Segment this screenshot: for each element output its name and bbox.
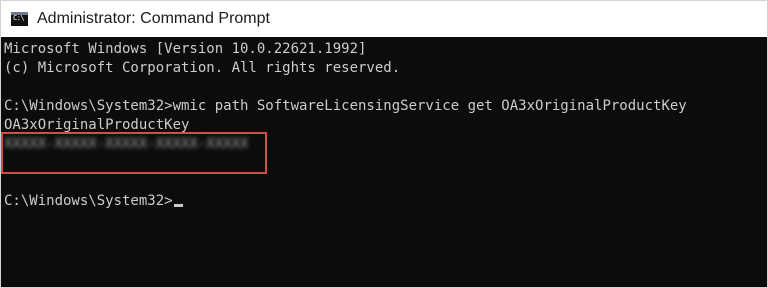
console-line-command: C:\Windows\System32>wmic path SoftwareLi… <box>4 98 687 114</box>
prompt-text: C:\Windows\System32> <box>4 193 173 209</box>
product-key-highlight-box <box>1 132 267 174</box>
text-cursor <box>173 204 183 207</box>
window-title: Administrator: Command Prompt <box>37 10 270 27</box>
title-bar[interactable]: C:\ Administrator: Command Prompt <box>1 1 767 37</box>
command-prompt-window: C:\ Administrator: Command Prompt Micros… <box>0 0 768 288</box>
console-prompt-line[interactable]: C:\Windows\System32> <box>4 192 183 211</box>
console-line-copyright: (c) Microsoft Corporation. All rights re… <box>4 60 401 76</box>
console-area[interactable]: Microsoft Windows [Version 10.0.22621.19… <box>1 37 767 287</box>
console-line-version: Microsoft Windows [Version 10.0.22621.19… <box>4 41 367 57</box>
terminal-icon-label: C:\ <box>13 14 25 22</box>
terminal-icon: C:\ <box>11 12 28 26</box>
